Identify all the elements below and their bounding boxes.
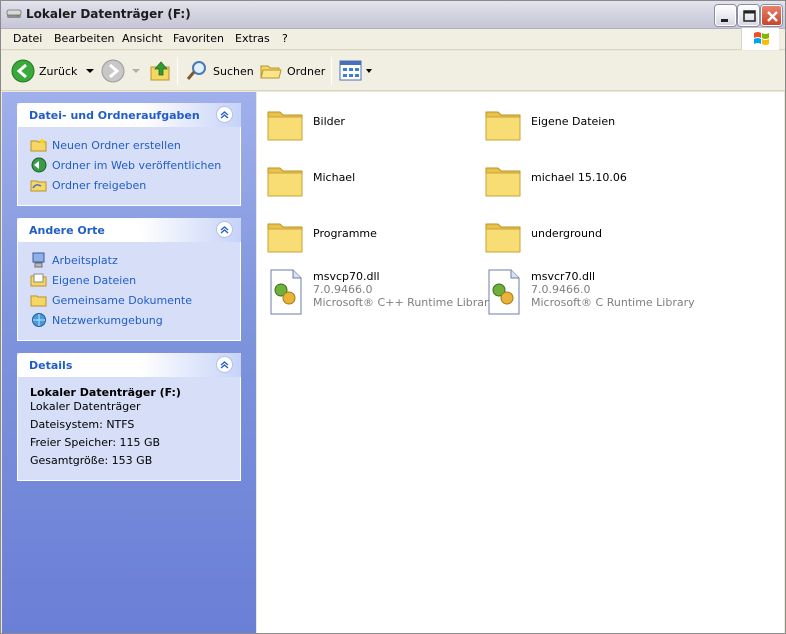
dropdown-arrow-icon xyxy=(366,69,372,73)
forward-button[interactable] xyxy=(101,59,141,83)
search-icon xyxy=(186,61,206,80)
place-my-computer[interactable]: Arbeitsplatz xyxy=(30,250,228,270)
back-button[interactable]: Zurück xyxy=(11,59,95,83)
details-type: Lokaler Datenträger xyxy=(30,400,141,413)
views-button[interactable] xyxy=(339,59,373,83)
task-label: Ordner freigeben xyxy=(52,178,147,192)
close-button[interactable] xyxy=(761,5,782,26)
back-arrow-icon xyxy=(11,59,35,83)
maximize-button[interactable] xyxy=(738,5,759,26)
views-icon xyxy=(339,60,362,81)
folder-item[interactable]: Bilder xyxy=(257,96,477,144)
windows-logo-icon xyxy=(741,28,779,50)
menu-help[interactable]: ? xyxy=(282,32,288,45)
dropdown-arrow-icon xyxy=(86,69,95,73)
place-label: Gemeinsame Dokumente xyxy=(52,293,192,307)
file-item[interactable]: msvcp70.dll 7.0.9466.0 Microsoft® C++ Ru… xyxy=(257,268,495,316)
search-label: Suchen xyxy=(213,64,254,78)
place-label: Eigene Dateien xyxy=(52,273,137,287)
folders-label: Ordner xyxy=(287,64,326,78)
details-free-space: Freier Speicher: 115 GB xyxy=(30,436,161,449)
details-panel-title: Details xyxy=(29,359,73,372)
place-label: Netzwerkumgebung xyxy=(52,313,163,327)
folder-item[interactable]: Michael xyxy=(257,152,477,200)
up-folder-button[interactable] xyxy=(149,59,173,83)
place-label: Arbeitsplatz xyxy=(52,253,118,267)
folder-icon xyxy=(485,111,521,141)
folder-up-icon xyxy=(150,61,170,81)
place-network[interactable]: Netzwerkumgebung xyxy=(30,310,228,330)
dll-file-icon xyxy=(488,269,520,315)
folder-icon xyxy=(267,223,303,253)
network-icon xyxy=(32,313,46,327)
dropdown-arrow-icon xyxy=(132,69,140,73)
computer-icon xyxy=(32,252,45,268)
task-new-folder[interactable]: Neuen Ordner erstellen xyxy=(30,135,228,155)
folder-icon xyxy=(267,167,303,197)
menu-extras[interactable]: Extras xyxy=(235,32,270,45)
place-my-documents[interactable]: Eigene Dateien xyxy=(30,270,228,290)
task-pane: Datei- und Ordneraufgaben Neuen Ordner e… xyxy=(2,92,256,633)
explorer-window: Lokaler Datenträger (F:) Datei Bearbeite… xyxy=(0,0,786,634)
file-item[interactable]: msvcr70.dll 7.0.9466.0 Microsoft® C Runt… xyxy=(475,268,695,316)
collapse-icon[interactable] xyxy=(216,221,233,238)
globe-icon xyxy=(31,157,47,173)
file-list[interactable]: Bilder Eigene Dateien Michael michael 15… xyxy=(257,92,784,633)
new-folder-icon xyxy=(30,138,47,152)
menu-datei[interactable]: Datei xyxy=(13,32,42,45)
folder-icon xyxy=(485,167,521,197)
dll-file-icon xyxy=(270,269,302,315)
task-label: Neuen Ordner erstellen xyxy=(52,138,181,152)
details-panel: Details Lokaler Datenträger (F:) Lokaler… xyxy=(17,353,241,481)
folder-item[interactable]: Eigene Dateien xyxy=(475,96,695,144)
toolbar: Zurück Suchen Ordner xyxy=(1,51,785,91)
places-panel-header[interactable]: Andere Orte xyxy=(17,218,241,242)
folder-item[interactable]: michael 15.10.06 xyxy=(475,152,695,200)
share-folder-icon xyxy=(30,180,47,192)
title-bar[interactable]: Lokaler Datenträger (F:) xyxy=(1,1,785,29)
task-label: Ordner im Web veröffentlichen xyxy=(52,158,222,172)
window-title: Lokaler Datenträger (F:) xyxy=(26,7,191,21)
menu-bar: Datei Bearbeiten Ansicht Favoriten Extra… xyxy=(1,28,785,50)
tasks-panel-header[interactable]: Datei- und Ordneraufgaben xyxy=(17,103,241,127)
forward-arrow-icon xyxy=(101,59,125,83)
folders-icon xyxy=(260,65,282,79)
folder-item[interactable]: Programme xyxy=(257,208,477,256)
menu-ansicht[interactable]: Ansicht xyxy=(122,32,163,45)
drive-icon xyxy=(6,7,22,21)
folder-item[interactable]: underground xyxy=(475,208,695,256)
places-panel-title: Andere Orte xyxy=(29,224,105,237)
place-shared-documents[interactable]: Gemeinsame Dokumente xyxy=(30,290,228,310)
my-documents-icon xyxy=(30,273,47,287)
search-button[interactable]: Suchen xyxy=(185,59,254,83)
details-total-size: Gesamtgröße: 153 GB xyxy=(30,454,153,467)
back-label: Zurück xyxy=(39,64,78,78)
collapse-icon[interactable] xyxy=(216,106,233,123)
shared-documents-icon xyxy=(30,295,47,307)
menu-bearbeiten[interactable]: Bearbeiten xyxy=(54,32,114,45)
menu-favoriten[interactable]: Favoriten xyxy=(173,32,224,45)
task-share-folder[interactable]: Ordner freigeben xyxy=(30,175,228,195)
folders-button[interactable]: Ordner xyxy=(259,59,325,83)
tasks-panel: Datei- und Ordneraufgaben Neuen Ordner e… xyxy=(17,103,241,206)
places-panel: Andere Orte Arbeitsplatz Eigene Dateien … xyxy=(17,218,241,341)
details-filesystem: Dateisystem: NTFS xyxy=(30,418,135,431)
folder-icon xyxy=(485,223,521,253)
tasks-panel-title: Datei- und Ordneraufgaben xyxy=(29,109,200,122)
minimize-button[interactable] xyxy=(715,5,736,26)
collapse-icon[interactable] xyxy=(216,356,233,373)
folder-icon xyxy=(267,111,303,141)
details-panel-header[interactable]: Details xyxy=(17,353,241,377)
task-publish-web[interactable]: Ordner im Web veröffentlichen xyxy=(30,155,228,175)
